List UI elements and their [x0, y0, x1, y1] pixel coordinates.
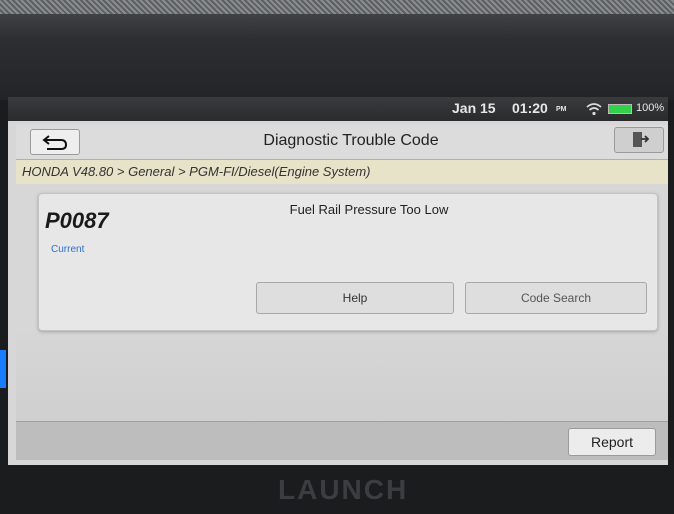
code-search-button[interactable]: Code Search [465, 282, 647, 314]
help-button[interactable]: Help [256, 282, 454, 314]
back-arrow-icon [42, 135, 68, 150]
battery-icon [608, 104, 632, 114]
breadcrumb: HONDA V48.80 > General > PGM-FI/Diesel(E… [16, 160, 668, 184]
content-area [16, 333, 668, 421]
report-button[interactable]: Report [568, 428, 656, 456]
status-bar: Jan 15 01:20 PM 100% [8, 97, 668, 121]
status-time: 01:20 [512, 100, 548, 116]
status-date: Jan 15 [452, 100, 496, 116]
status-ampm: PM [556, 106, 567, 113]
dtc-status: Current [51, 244, 85, 255]
wifi-icon [586, 103, 602, 116]
dtc-code: P0087 [45, 208, 109, 233]
edge-accent [0, 350, 6, 388]
exit-door-icon [633, 132, 650, 147]
dtc-card: P0087 Current Fuel Rail Pressure Too Low… [38, 193, 658, 331]
battery-level: 100% [636, 102, 665, 114]
brand-logo: LAUNCH [278, 474, 409, 505]
dtc-description: Fuel Rail Pressure Too Low [289, 202, 449, 217]
device-screen: Jan 15 01:20 PM 100% Diagnostic Trouble … [8, 97, 668, 465]
device-bezel [0, 0, 674, 100]
bottom-toolbar: Report [16, 421, 668, 460]
back-button[interactable] [30, 129, 80, 155]
page-title: Diagnostic Trouble Code [263, 132, 439, 149]
title-bar: Diagnostic Trouble Code [16, 125, 668, 160]
exit-button[interactable] [614, 127, 664, 153]
